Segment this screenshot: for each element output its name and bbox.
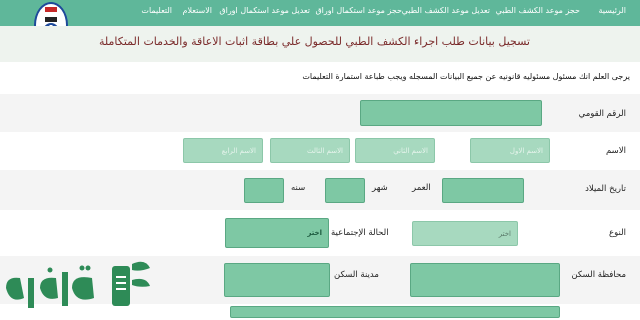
birth-date-row: تاريخ الميلاد العمر شهر سنه	[0, 170, 640, 210]
marital-status-label: الحالة الإجتماعية	[331, 228, 389, 238]
page-title: تسجيل بيانات طلب اجراء الكشف الطبي للحصو…	[99, 35, 530, 48]
governorate-label: محافظة السكن	[571, 270, 626, 280]
first-name-placeholder: الاسم الاول	[509, 146, 543, 155]
birth-date-label: تاريخ الميلاد	[585, 184, 626, 194]
age-label: العمر	[412, 183, 431, 193]
year-input[interactable]	[244, 178, 284, 203]
marital-status-select[interactable]: اختر	[225, 218, 329, 248]
nav-item-inquiry[interactable]: الاستعلام	[183, 6, 213, 15]
watermark-logo	[0, 258, 160, 316]
national-id-label: الرقم القومي	[578, 109, 626, 119]
governorate-select[interactable]	[410, 263, 560, 297]
year-label: سنه	[291, 183, 306, 193]
city-select[interactable]	[224, 263, 330, 297]
legal-notice: يرجى العلم انك مسئول مسئوليه قانونيه عن …	[302, 72, 630, 81]
national-id-input[interactable]	[360, 100, 542, 126]
nav-item-book-papers[interactable]: حجز موعد استكمال اوراق	[315, 6, 402, 15]
name-label: الاسم	[606, 146, 626, 156]
watermark-logo-icon	[6, 261, 150, 308]
gender-label: النوع	[609, 228, 626, 238]
month-label: شهر	[372, 183, 388, 193]
gender-select[interactable]: اختر	[412, 221, 518, 246]
nav-item-edit-papers[interactable]: تعديل موعد استكمال اوراق	[219, 6, 310, 15]
nav-item-instructions[interactable]: التعليمات	[141, 6, 172, 15]
next-field[interactable]	[230, 306, 560, 318]
marital-status-selected-value: اختر	[307, 229, 322, 237]
fourth-name-placeholder: الاسم الرابع	[221, 146, 256, 155]
nav-item-book-exam[interactable]: حجز موعد الكشف الطبي	[496, 6, 580, 15]
national-id-row: الرقم القومي	[0, 94, 640, 132]
gender-row: النوع اختر الحالة الإجتماعية اختر	[0, 210, 640, 256]
city-label: مدينة السكن	[334, 270, 379, 280]
third-name-input[interactable]: الاسم الثالث	[270, 138, 350, 163]
fourth-name-input[interactable]: الاسم الرابع	[183, 138, 263, 163]
first-name-input[interactable]: الاسم الاول	[470, 138, 550, 163]
second-name-input[interactable]: الاسم الثاني	[355, 138, 435, 163]
page-header: تسجيل بيانات طلب اجراء الكشف الطبي للحصو…	[0, 26, 640, 62]
name-row: الاسم الاسم الاول الاسم الثاني الاسم الث…	[0, 132, 640, 170]
top-nav: الرئيسية حجز موعد الكشف الطبي تعديل موعد…	[0, 0, 640, 26]
third-name-placeholder: الاسم الثالث	[306, 146, 343, 155]
nav-item-edit-exam[interactable]: تعديل موعد الكشف الطبي	[402, 6, 490, 15]
month-input[interactable]	[325, 178, 365, 203]
second-name-placeholder: الاسم الثاني	[393, 146, 428, 155]
gender-selected-value: اختر	[498, 229, 511, 238]
age-input[interactable]	[442, 178, 524, 203]
nav-item-home[interactable]: الرئيسية	[598, 6, 626, 15]
